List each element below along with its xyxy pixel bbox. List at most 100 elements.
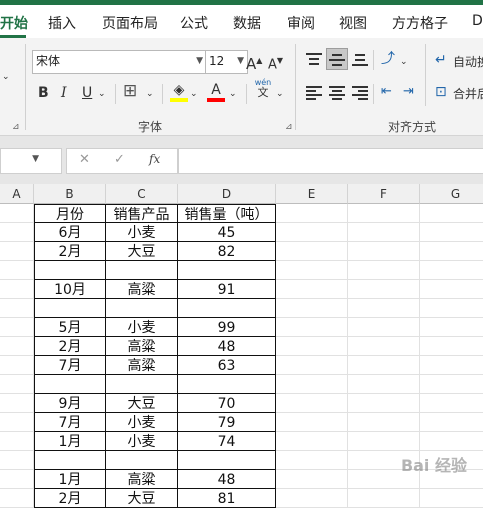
cell[interactable] [276,337,348,356]
cell[interactable] [276,394,348,413]
cell[interactable] [0,375,34,394]
cell[interactable]: 48 [178,470,276,489]
cell[interactable]: 2月 [34,489,106,508]
cell[interactable]: 2月 [34,242,106,261]
cell[interactable] [348,242,420,261]
bold-button[interactable]: B [38,84,49,102]
align-top-icon[interactable] [306,52,322,66]
insert-function-icon[interactable]: fx [149,152,160,166]
cell[interactable] [0,432,34,451]
cell[interactable] [276,299,348,318]
orientation-icon[interactable]: ⤴ [381,50,395,68]
cell[interactable]: 91 [178,280,276,299]
formula-input[interactable] [178,148,483,174]
cell[interactable] [348,261,420,280]
cell[interactable] [34,375,106,394]
cell[interactable]: 48 [178,337,276,356]
cell[interactable]: 大豆 [106,394,178,413]
cell[interactable] [276,451,348,470]
cell[interactable]: 小麦 [106,318,178,337]
cell[interactable] [0,242,34,261]
name-box[interactable]: ▼ [0,148,62,174]
decrease-indent-icon[interactable]: ⇤ [381,83,392,101]
cell[interactable]: 小麦 [106,413,178,432]
cell[interactable] [0,394,34,413]
tab-page-layout[interactable]: 页面布局 [102,13,158,33]
column-header-C[interactable]: C [106,184,178,204]
cell[interactable] [0,356,34,375]
cell[interactable] [276,204,348,223]
cell[interactable] [276,280,348,299]
cell[interactable] [348,356,420,375]
cell[interactable] [348,223,420,242]
cell[interactable] [178,451,276,470]
cell[interactable] [34,451,106,470]
cell[interactable] [348,432,420,451]
paste-dropdown-arrow[interactable]: ⌄ [2,68,10,86]
cell[interactable]: 高粱 [106,470,178,489]
cell[interactable]: 5月 [34,318,106,337]
cell[interactable] [276,242,348,261]
font-color-dropdown-arrow[interactable]: ⌄ [229,85,237,103]
cell[interactable] [276,223,348,242]
cell[interactable] [0,318,34,337]
cell[interactable] [106,451,178,470]
cell[interactable] [276,356,348,375]
cell[interactable] [348,413,420,432]
shrink-font-button[interactable]: A▼ [268,52,283,74]
cell[interactable]: 10月 [34,280,106,299]
cell[interactable]: 小麦 [106,223,178,242]
cell[interactable] [178,261,276,280]
cell[interactable] [0,413,34,432]
tab-review[interactable]: 审阅 [287,13,315,33]
cell[interactable]: 74 [178,432,276,451]
orientation-dropdown-arrow[interactable]: ⌄ [400,53,408,71]
cell[interactable]: 81 [178,489,276,508]
cell[interactable]: 7月 [34,413,106,432]
align-bottom-icon[interactable] [352,52,368,66]
cell[interactable] [276,413,348,432]
tab-home[interactable]: 开始 [0,13,28,33]
cell[interactable]: 45 [178,223,276,242]
cell[interactable]: 2月 [34,337,106,356]
font-launcher-icon[interactable]: ⊿ [285,122,293,132]
cell[interactable]: 1月 [34,470,106,489]
clipboard-launcher-icon[interactable]: ⊿ [12,122,20,132]
cell[interactable] [420,280,483,299]
cell[interactable] [276,432,348,451]
italic-button[interactable]: I [61,84,67,102]
cell[interactable] [420,375,483,394]
cell[interactable] [348,394,420,413]
column-header-B[interactable]: B [34,184,106,204]
cell[interactable] [0,261,34,280]
borders-icon[interactable]: ⊞ [123,82,137,100]
phonetic-guide-button[interactable]: wén 文 [252,78,274,98]
cell[interactable]: 70 [178,394,276,413]
cell[interactable] [106,375,178,394]
name-box-resize-handle[interactable] [60,150,61,170]
cell[interactable] [106,299,178,318]
cell[interactable]: 销售产品 [106,204,178,223]
column-header-D[interactable]: D [178,184,276,204]
align-center-icon[interactable] [329,85,345,100]
cell[interactable]: 高粱 [106,280,178,299]
cell[interactable] [276,489,348,508]
cell[interactable] [420,337,483,356]
cell[interactable] [276,375,348,394]
align-right-icon[interactable] [352,85,368,100]
cell[interactable]: 1月 [34,432,106,451]
cell[interactable] [0,451,34,470]
increase-indent-icon[interactable]: ⇥ [403,83,414,101]
cell[interactable] [0,299,34,318]
cell[interactable] [420,299,483,318]
cancel-icon[interactable]: ✕ [79,152,90,167]
spreadsheet-grid[interactable]: A B C D E F G 月份 销售产品 销售量（吨） 6月 小麦 45 2月 大豆 82 10… [0,184,483,508]
wrap-text-icon[interactable]: ↵ [435,51,447,69]
underline-dropdown-arrow[interactable]: ⌄ [98,85,106,103]
cell[interactable] [348,318,420,337]
cell[interactable] [276,261,348,280]
cell[interactable] [276,318,348,337]
align-middle-button[interactable] [326,48,348,70]
cell[interactable] [178,375,276,394]
tab-fangfang[interactable]: 方方格子 [392,13,448,33]
